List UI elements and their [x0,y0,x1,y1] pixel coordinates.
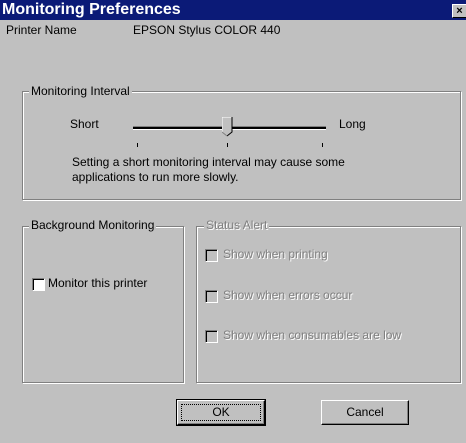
interval-note-line2: applications to run more slowly. [72,170,239,184]
slider-min-label: Short [70,117,99,131]
slider-tick [322,143,323,147]
show-printing-label[interactable]: Show when printing [223,247,328,261]
slider-tick [137,143,138,147]
show-errors-checkbox[interactable] [205,290,218,303]
printer-name-label: Printer Name [6,23,77,37]
background-monitoring-legend: Background Monitoring [29,218,157,232]
interval-note-line1: Setting a short monitoring interval may … [72,155,345,169]
background-monitoring-group [22,226,184,383]
monitor-printer-label[interactable]: Monitor this printer [48,276,147,290]
ok-button-label: OK [181,404,261,421]
slider-thumb[interactable] [222,117,233,137]
slider-tick [227,143,228,147]
cancel-button[interactable]: Cancel [321,400,409,425]
title-bar[interactable]: Monitoring Preferences × [0,0,466,20]
ok-button[interactable]: OK [176,399,266,426]
status-alert-legend: Status Alert [204,218,270,232]
show-errors-label[interactable]: Show when errors occur [223,288,352,302]
monitor-printer-checkbox[interactable] [32,278,45,291]
show-consumables-label[interactable]: Show when consumables are low [223,328,401,342]
monitoring-interval-legend: Monitoring Interval [29,84,132,98]
window-title: Monitoring Preferences [2,1,181,18]
close-icon[interactable]: × [452,4,466,18]
printer-name-value: EPSON Stylus COLOR 440 [133,23,281,37]
show-consumables-checkbox[interactable] [205,330,218,343]
show-printing-checkbox[interactable] [205,249,218,262]
slider-max-label: Long [339,117,366,131]
